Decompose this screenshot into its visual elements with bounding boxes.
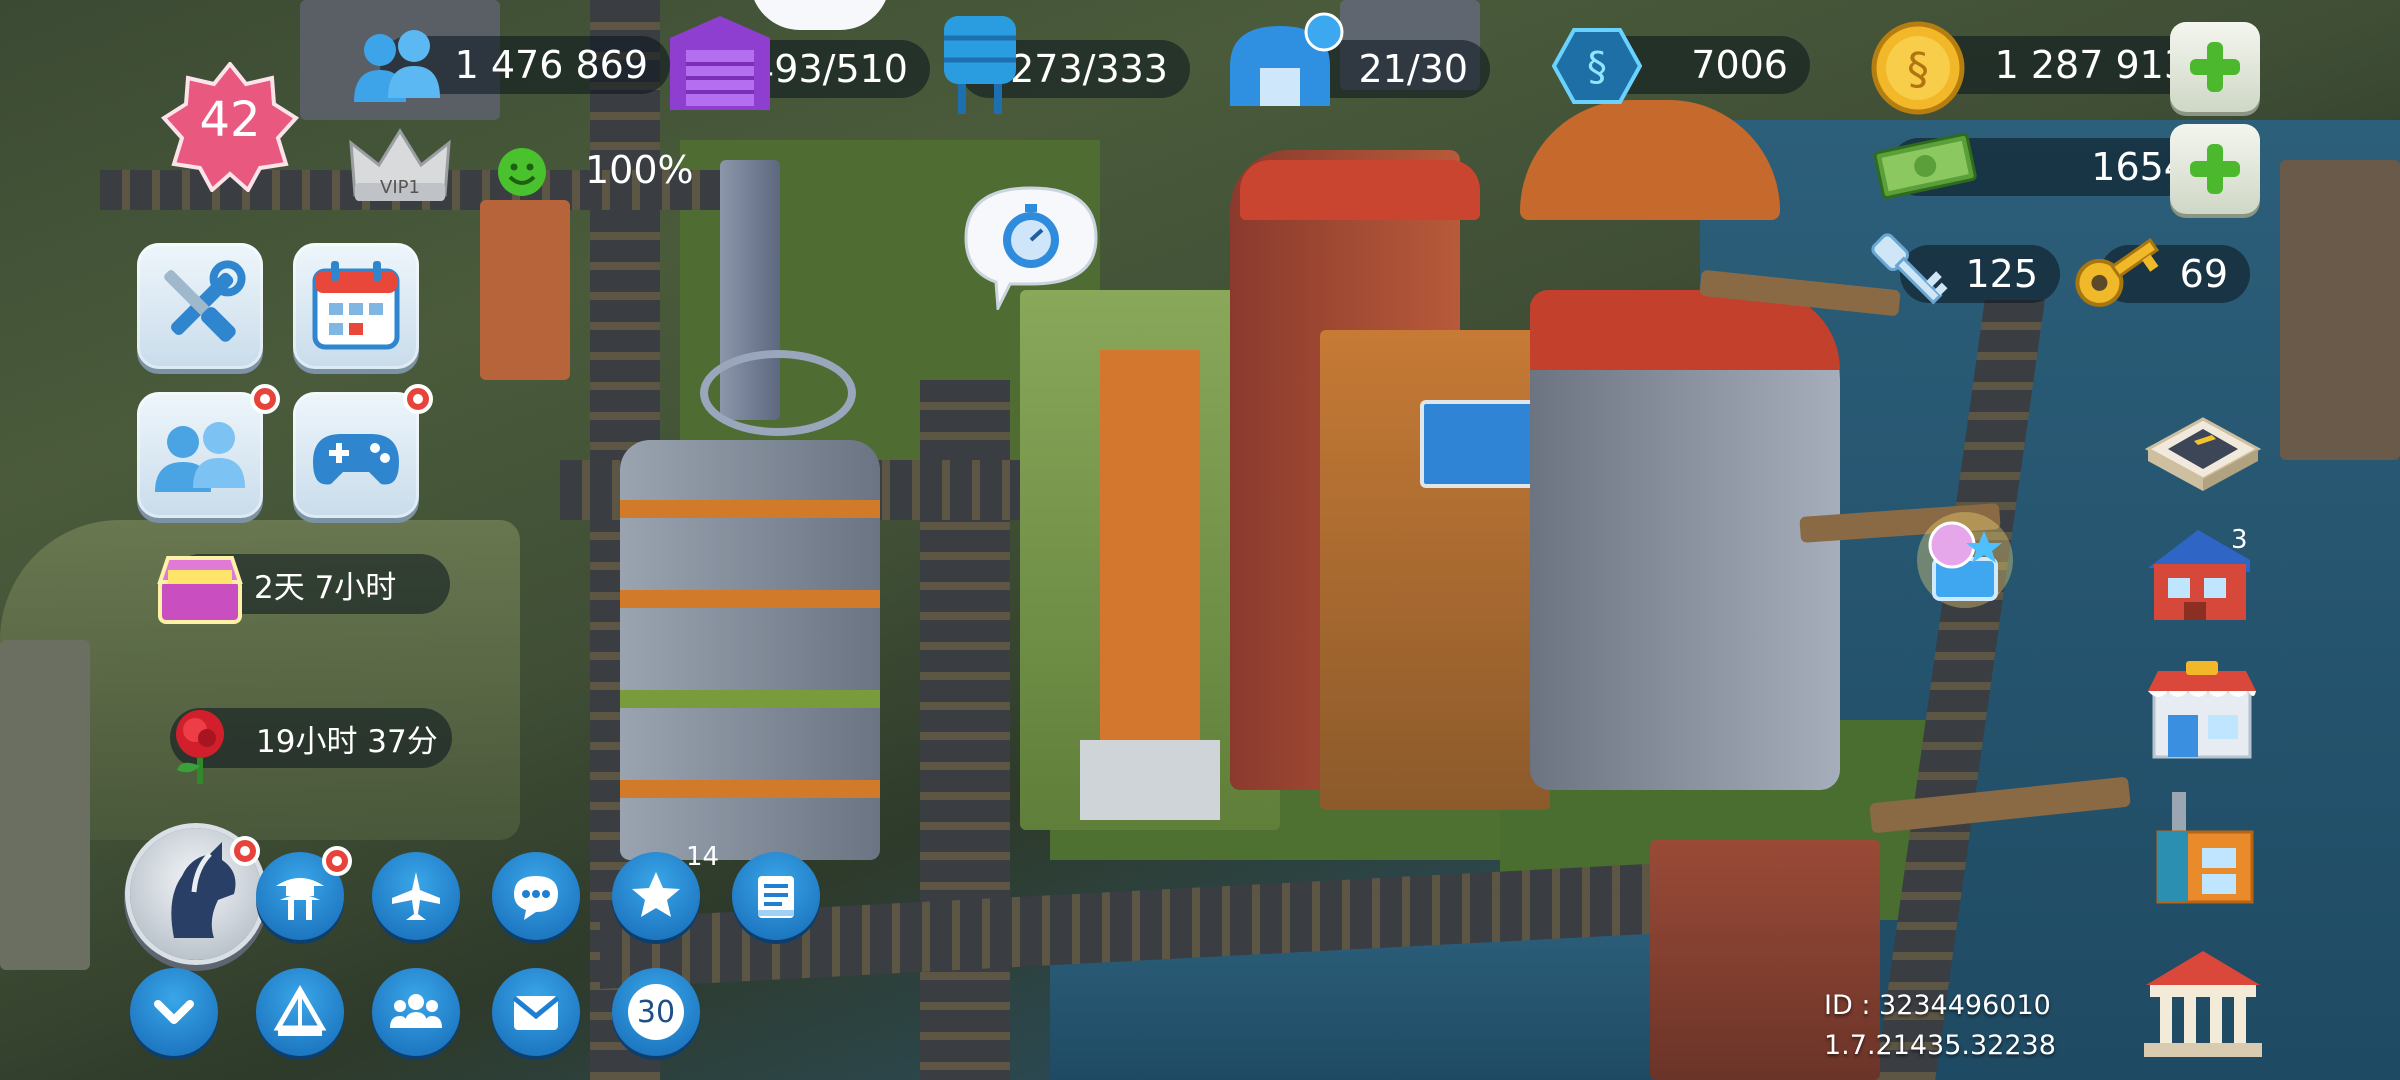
news-button[interactable] <box>732 852 820 940</box>
gamepad-icon <box>313 434 399 485</box>
svg-text:§: § <box>1587 44 1607 90</box>
services-button[interactable] <box>2138 945 2268 1057</box>
golden-key-icon <box>2060 222 2170 322</box>
achievements-count: 14 <box>686 842 720 872</box>
pagoda-icon <box>276 878 324 920</box>
banknote-icon <box>1870 125 1980 205</box>
rose-icon[interactable] <box>155 700 245 790</box>
friends-icon <box>155 422 245 492</box>
club-button[interactable] <box>372 968 460 1056</box>
version-label: 1.7.21435.32238 <box>1824 1030 2056 1061</box>
happiness-icon <box>495 145 549 199</box>
avatar-notification-dot <box>230 836 260 866</box>
add-simoleons-button[interactable] <box>2170 22 2260 112</box>
star-icon <box>632 872 680 917</box>
mail-button[interactable] <box>492 968 580 1056</box>
residential-count: 3 <box>2231 525 2248 555</box>
residential-zone-button[interactable] <box>2138 520 2268 630</box>
commercial-button[interactable] <box>2138 655 2268 765</box>
industry-button[interactable] <box>2138 788 2268 904</box>
envelope-icon <box>512 996 560 1030</box>
friends-button[interactable] <box>137 392 263 518</box>
population-icon <box>340 20 450 110</box>
pyramid-icon <box>273 985 327 1036</box>
observation-ring <box>700 350 856 436</box>
neosimoleon-icon: § <box>1551 26 1643 106</box>
terraced-building-left <box>0 640 90 970</box>
club-members-icon <box>390 994 442 1028</box>
add-simcash-button[interactable] <box>2170 124 2260 214</box>
games-button[interactable] <box>293 392 419 518</box>
road-tile-icon <box>2144 417 2262 491</box>
right-curved-tower <box>1530 290 1840 790</box>
happiness-value: 100% <box>585 148 694 192</box>
building <box>2280 160 2400 460</box>
timer-speech-bubble[interactable] <box>952 180 1110 314</box>
region-notification-dot <box>322 846 352 876</box>
collapse-menu-button[interactable] <box>130 968 218 1056</box>
house-icon <box>2148 530 2250 620</box>
rose-timer-value: 19小时 37分 <box>256 723 438 760</box>
platinum-keys-value: 125 <box>1965 252 2038 296</box>
airplane-icon <box>392 872 440 920</box>
platinum-key-icon <box>1860 222 1960 322</box>
calendar-button[interactable] <box>293 243 419 369</box>
vip-label: VIP1 <box>380 177 420 198</box>
factory-icon <box>2156 792 2254 904</box>
simoleon-coin-icon: § <box>1870 20 1966 116</box>
orange-arch-building <box>1520 100 1780 220</box>
wrench-screwdriver-icon <box>164 260 246 342</box>
population-value: 1 476 869 <box>454 43 648 87</box>
office-tower <box>620 440 880 860</box>
specialist-dome-icon <box>1220 6 1350 118</box>
storage-icon <box>660 10 780 120</box>
level-value: 42 <box>199 92 261 148</box>
reward-prize-icon[interactable] <box>1910 505 2020 615</box>
shop-icon <box>2148 661 2256 759</box>
epic-projects-button[interactable] <box>256 968 344 1056</box>
chat-bubble-icon <box>514 876 558 920</box>
red-roof <box>1240 160 1480 220</box>
travel-button[interactable] <box>372 852 460 940</box>
friends-notification-dot <box>250 384 280 414</box>
build-tools-button[interactable] <box>137 243 263 369</box>
chevron-down-icon <box>154 1000 194 1024</box>
golden-keys-value: 69 <box>2179 252 2228 296</box>
neosimoleons-value: 7006 <box>1691 43 1788 87</box>
water-value: 273/333 <box>1010 47 1168 91</box>
chat-button[interactable] <box>492 852 580 940</box>
level-badge[interactable]: 42 <box>160 60 300 194</box>
book-icon <box>758 876 794 918</box>
svg-text:§: § <box>1907 44 1929 95</box>
games-notification-dot <box>403 384 433 414</box>
water-tower-icon <box>930 6 1030 118</box>
simoleons-value: 1 287 913 <box>1994 43 2188 87</box>
chest-timer-value: 2天 7小时 <box>254 569 397 606</box>
specialists-value: 21/30 <box>1358 47 1468 91</box>
building <box>480 200 570 380</box>
treasure-chest-icon[interactable] <box>150 540 250 630</box>
season-level-button[interactable]: 30 <box>612 968 700 1056</box>
vip-badge[interactable]: VIP1 <box>345 125 455 210</box>
season-level-value: 30 <box>628 984 684 1040</box>
city-hall-icon <box>2144 951 2262 1057</box>
calendar-icon <box>312 261 400 350</box>
road-tool-button[interactable] <box>2138 405 2268 515</box>
player-id: ID : 3234496010 <box>1824 990 2051 1021</box>
